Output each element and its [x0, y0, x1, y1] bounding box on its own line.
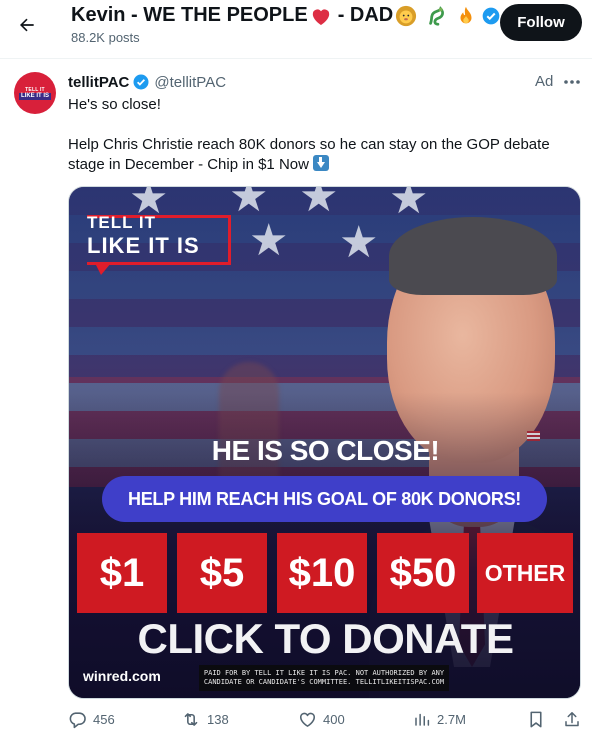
- tweet-text: He's so close! Help Chris Christie reach…: [68, 95, 573, 175]
- profile-name: Kevin - WE THE PEOPLE - DAD: [71, 4, 501, 27]
- more-button[interactable]: [561, 72, 583, 92]
- tweet-text-line1: He's so close!: [68, 96, 161, 113]
- verified-badge-icon: [482, 7, 500, 24]
- donate-10-button[interactable]: $10: [277, 533, 367, 613]
- avatar-text-bottom: LIKE IT IS: [18, 92, 51, 100]
- repost-icon: [184, 713, 198, 726]
- dragon-icon: [429, 5, 445, 26]
- donate-1-button[interactable]: $1: [77, 533, 167, 613]
- author-name[interactable]: tellitPAC: [68, 74, 129, 91]
- like-icon: [299, 712, 316, 727]
- posts-count: 88.2K posts: [71, 30, 140, 45]
- bookmark-icon: [530, 711, 542, 728]
- site-label: winred.com: [83, 668, 161, 684]
- lion-icon: [396, 5, 417, 26]
- logo-tail: [95, 263, 111, 275]
- logo-line2: LIKE IT IS: [87, 233, 200, 258]
- goal-banner: HELP HIM REACH HIS GOAL OF 80K DONORS!: [102, 476, 547, 522]
- donate-5-button[interactable]: $5: [177, 533, 267, 613]
- repost-count: 138: [207, 712, 229, 727]
- like-button[interactable]: 400: [298, 710, 345, 728]
- action-bar: 456 138 400 2.7M: [0, 706, 592, 736]
- back-button[interactable]: [12, 10, 42, 40]
- author-handle[interactable]: @tellitPAC: [154, 74, 226, 91]
- back-arrow-icon: [20, 18, 34, 32]
- logo-line1: TELL IT: [87, 213, 157, 232]
- more-icon: [564, 80, 580, 84]
- ad-label: Ad: [535, 73, 554, 90]
- profile-header: Kevin - WE THE PEOPLE - DAD 88.2K posts …: [0, 0, 592, 58]
- views-count: 2.7M: [437, 711, 466, 727]
- reply-icon: [69, 712, 86, 729]
- fire-icon: [460, 6, 472, 23]
- red-heart-icon: [312, 8, 329, 25]
- like-count: 400: [323, 711, 345, 727]
- tweet-text-body: Help Chris Christie reach 80K donors so …: [68, 136, 550, 173]
- views-icon: [415, 713, 430, 726]
- share-button[interactable]: [563, 710, 581, 729]
- tweet-text-line2: Help Chris Christie reach 80K donors so …: [68, 135, 573, 175]
- ad-headline: HE IS SO CLOSE!: [211, 435, 440, 466]
- header-divider: [0, 58, 592, 59]
- profile-name-suffix: - DAD: [337, 4, 394, 26]
- donate-other-button[interactable]: OTHER: [477, 533, 573, 613]
- verified-badge-icon: [132, 73, 150, 91]
- profile-name-text: Kevin - WE THE PEOPLE: [71, 4, 308, 26]
- share-icon: [565, 712, 579, 727]
- reply-button[interactable]: 456: [68, 710, 115, 729]
- donate-50-button[interactable]: $50: [377, 533, 469, 613]
- reply-count: 456: [93, 712, 115, 727]
- disclaimer: PAID FOR BY TELL IT LIKE IT IS PAC. NOT …: [199, 665, 449, 691]
- repost-button[interactable]: 138: [181, 710, 229, 729]
- donate-cta[interactable]: CLICK TO DONATE: [69, 615, 580, 663]
- follow-button[interactable]: Follow: [500, 4, 582, 41]
- ad-image[interactable]: ★ ★ ★ ★ ★ ★ TELL IT LIKE IT IS HE IS SO …: [68, 186, 581, 699]
- down-arrow-emoji-icon: [312, 155, 329, 171]
- bookmark-button[interactable]: [528, 710, 544, 729]
- avatar[interactable]: TELL IT LIKE IT IS: [14, 72, 56, 114]
- views-button[interactable]: 2.7M: [413, 710, 466, 728]
- tweet-header: tellitPAC @tellitPAC: [68, 73, 226, 91]
